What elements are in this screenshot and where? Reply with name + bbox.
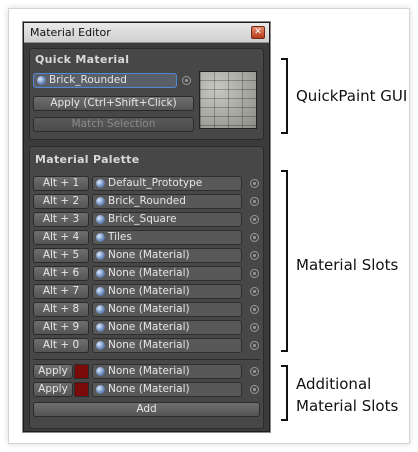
additional-apply-button-2[interactable]: Apply — [33, 382, 73, 397]
object-picker-icon[interactable] — [250, 323, 259, 332]
material-editor-window: Material Editor ✕ Quick Material Brick_R… — [23, 22, 270, 432]
material-sphere-icon — [96, 215, 105, 224]
quick-material-field[interactable]: Brick_Rounded — [33, 73, 177, 88]
object-picker-icon[interactable] — [250, 215, 259, 224]
object-picker-icon[interactable] — [182, 76, 191, 85]
material-sphere-icon — [96, 287, 105, 296]
brick-texture-preview — [199, 71, 257, 129]
palette-slot-1-field[interactable]: Default_Prototype — [92, 176, 242, 191]
hotkey-button-alt-8[interactable]: Alt + 8 — [33, 302, 89, 317]
object-picker-icon[interactable] — [250, 269, 259, 278]
object-picker-icon[interactable] — [250, 287, 259, 296]
palette-slot-7-value: None (Material) — [108, 285, 190, 297]
palette-slot-8-value: None (Material) — [108, 303, 190, 315]
hotkey-button-alt-5[interactable]: Alt + 5 — [33, 248, 89, 263]
palette-slot-3-field[interactable]: Brick_Square — [92, 212, 242, 227]
material-sphere-icon — [96, 251, 105, 260]
additional-slot-2-field[interactable]: None (Material) — [92, 382, 242, 397]
apply-quick-material-button[interactable]: Apply (Ctrl+Shift+Click) — [33, 96, 194, 111]
material-sphere-icon — [96, 305, 105, 314]
additional-slots-bracket — [281, 365, 288, 421]
palette-slot-9-field[interactable]: None (Material) — [92, 320, 242, 335]
hotkey-button-alt-4[interactable]: Alt + 4 — [33, 230, 89, 245]
material-sphere-icon — [96, 385, 105, 394]
quickpaint-annotation: QuickPaint GUI — [296, 87, 408, 105]
material-sphere-icon — [96, 269, 105, 278]
palette-slot-8-field[interactable]: None (Material) — [92, 302, 242, 317]
palette-slot-3-value: Brick_Square — [108, 213, 177, 225]
object-picker-icon[interactable] — [250, 233, 259, 242]
close-icon[interactable]: ✕ — [251, 26, 265, 39]
material-sphere-icon — [96, 367, 105, 376]
additional-slot-1-field[interactable]: None (Material) — [92, 364, 242, 379]
material-palette-heading: Material Palette — [35, 153, 140, 166]
object-picker-icon[interactable] — [250, 305, 259, 314]
window-titlebar[interactable]: Material Editor ✕ — [24, 23, 269, 43]
object-picker-icon[interactable] — [250, 367, 259, 376]
material-sphere-icon — [96, 233, 105, 242]
palette-slot-4-field[interactable]: Tiles — [92, 230, 242, 245]
quick-material-heading: Quick Material — [35, 53, 130, 66]
palette-slot-9-value: None (Material) — [108, 321, 190, 333]
additional-apply-button-1[interactable]: Apply — [33, 364, 73, 379]
palette-separator — [33, 359, 260, 360]
palette-slot-0-field[interactable]: None (Material) — [92, 338, 242, 353]
object-picker-icon[interactable] — [250, 179, 259, 188]
window-title: Material Editor — [30, 26, 111, 39]
hotkey-button-alt-0[interactable]: Alt + 0 — [33, 338, 89, 353]
material-slots-bracket — [281, 170, 288, 352]
object-picker-icon[interactable] — [250, 251, 259, 260]
additional-slot-2-value: None (Material) — [108, 383, 190, 395]
material-sphere-icon — [96, 323, 105, 332]
object-picker-icon[interactable] — [250, 385, 259, 394]
hotkey-button-alt-2[interactable]: Alt + 2 — [33, 194, 89, 209]
additional-slot-1-value: None (Material) — [108, 365, 190, 377]
material-slots-annotation: Material Slots — [296, 256, 399, 274]
palette-slot-5-value: None (Material) — [108, 249, 190, 261]
palette-slot-4-value: Tiles — [108, 231, 132, 243]
color-swatch[interactable] — [74, 364, 89, 379]
additional-annotation-line1: Additional — [296, 375, 372, 393]
hotkey-button-alt-7[interactable]: Alt + 7 — [33, 284, 89, 299]
palette-slot-2-field[interactable]: Brick_Rounded — [92, 194, 242, 209]
hotkey-button-alt-6[interactable]: Alt + 6 — [33, 266, 89, 281]
material-sphere-icon — [37, 76, 46, 85]
object-picker-icon[interactable] — [250, 341, 259, 350]
palette-slot-6-value: None (Material) — [108, 267, 190, 279]
object-picker-icon[interactable] — [250, 197, 259, 206]
color-swatch[interactable] — [74, 382, 89, 397]
palette-slot-2-value: Brick_Rounded — [108, 195, 186, 207]
match-selection-button[interactable]: Match Selection — [33, 117, 194, 132]
palette-slot-6-field[interactable]: None (Material) — [92, 266, 242, 281]
quickpaint-bracket — [281, 58, 288, 134]
material-sphere-icon — [96, 197, 105, 206]
material-sphere-icon — [96, 341, 105, 350]
hotkey-button-alt-1[interactable]: Alt + 1 — [33, 176, 89, 191]
palette-slot-7-field[interactable]: None (Material) — [92, 284, 242, 299]
quick-material-value: Brick_Rounded — [49, 74, 127, 86]
hotkey-button-alt-3[interactable]: Alt + 3 — [33, 212, 89, 227]
additional-annotation-line2: Material Slots — [296, 397, 399, 415]
palette-slot-1-value: Default_Prototype — [108, 177, 203, 189]
palette-slot-0-value: None (Material) — [108, 339, 190, 351]
add-slot-button[interactable]: Add — [33, 402, 260, 417]
hotkey-button-alt-9[interactable]: Alt + 9 — [33, 320, 89, 335]
palette-slot-5-field[interactable]: None (Material) — [92, 248, 242, 263]
material-sphere-icon — [96, 179, 105, 188]
